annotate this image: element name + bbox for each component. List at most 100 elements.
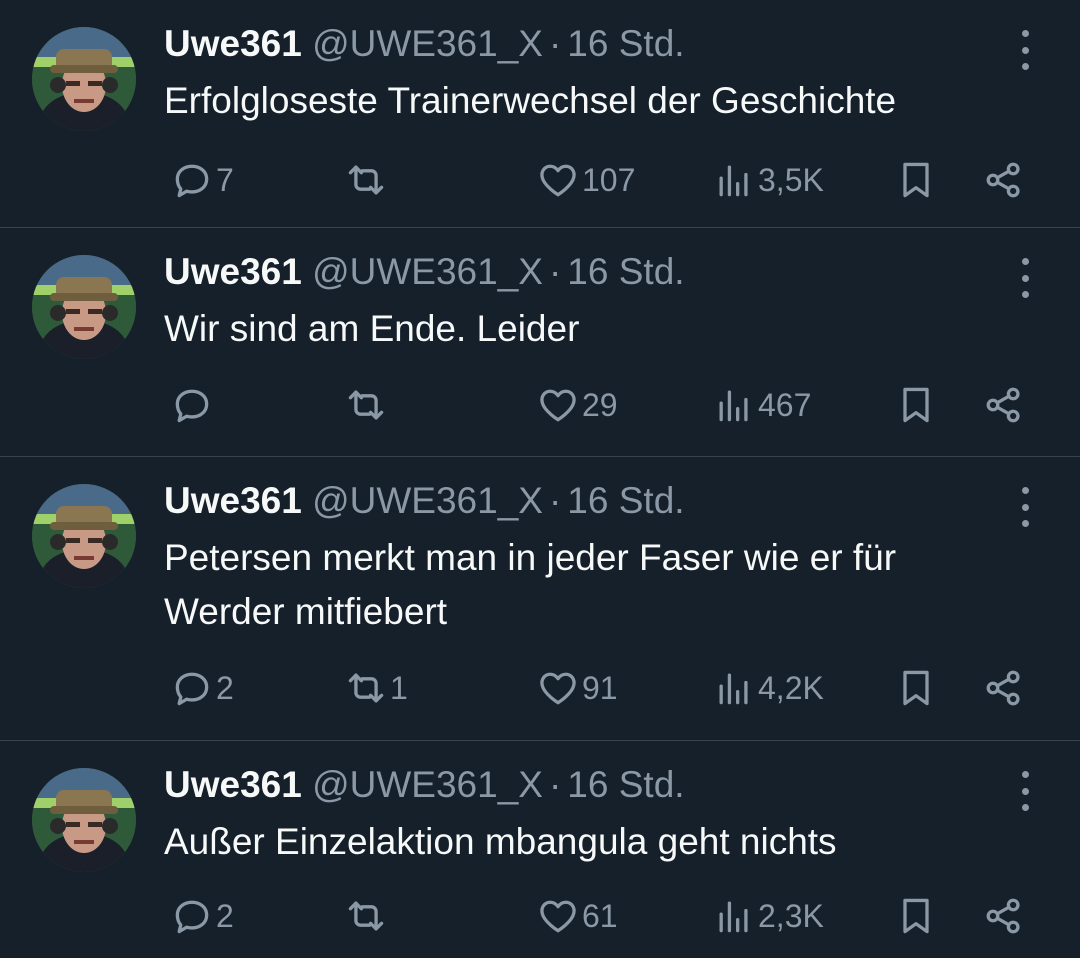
username-handle[interactable]: @UWE361_X [312, 251, 543, 292]
views-button[interactable]: 3,5K [712, 155, 824, 205]
retweet-button[interactable] [344, 155, 390, 205]
retweet-icon [348, 165, 384, 195]
bookmark-icon [903, 670, 929, 706]
like-button[interactable]: 61 [536, 891, 618, 941]
retweet-button[interactable]: 1 [344, 663, 408, 713]
username-handle[interactable]: @UWE361_X [312, 480, 543, 521]
avatar[interactable] [32, 768, 136, 872]
bookmark-button[interactable] [894, 891, 938, 941]
like-count: 91 [582, 669, 618, 706]
views-count: 467 [758, 386, 812, 423]
reply-count: 2 [216, 897, 234, 934]
like-count: 61 [582, 897, 618, 934]
retweet-icon [348, 390, 384, 420]
like-button[interactable]: 29 [536, 380, 618, 430]
retweet-button[interactable] [344, 380, 390, 430]
tweet-4[interactable]: Uwe361 @UWE361_X · 16 Std. Außer Einzelakt… [0, 741, 1080, 958]
tweet-header: Uwe361 @UWE361_X · 16 Std. [164, 479, 685, 523]
separator-dot: · [548, 480, 562, 521]
views-icon [719, 901, 748, 933]
like-count: 107 [582, 161, 636, 198]
separator-dot: · [548, 23, 562, 64]
bookmark-icon [903, 162, 929, 198]
views-icon [719, 165, 748, 197]
share-icon [986, 162, 1020, 198]
tweet-text: Erfolgloseste Trainerwechsel der Geschic… [164, 80, 897, 121]
avatar[interactable] [32, 255, 136, 359]
more-icon[interactable] [1010, 30, 1040, 70]
bookmark-icon [903, 898, 929, 934]
tweet-text: Wir sind am Ende. Leider [164, 308, 580, 349]
action-bar: 2 1 91 4,2K [164, 663, 1028, 713]
tweet-header: Uwe361 @UWE361_X · 16 Std. [164, 250, 685, 294]
views-count: 4,2K [758, 669, 824, 706]
share-icon [986, 898, 1020, 934]
share-button[interactable] [982, 155, 1026, 205]
tweet-1[interactable]: Uwe361 @UWE361_X · 16 Std. Erfolgloseste T… [0, 0, 1080, 228]
timestamp[interactable]: 16 Std. [567, 251, 684, 292]
timeline: Uwe361 @UWE361_X · 16 Std. Erfolgloseste T… [0, 0, 1080, 958]
tweet-text: Außer Einzelaktion mbangula geht nichts [164, 821, 837, 862]
like-button[interactable]: 107 [536, 155, 635, 205]
more-icon[interactable] [1010, 258, 1040, 298]
avatar[interactable] [32, 484, 136, 588]
username-handle[interactable]: @UWE361_X [312, 764, 543, 805]
reply-button[interactable]: 7 [170, 155, 234, 205]
bookmark-button[interactable] [894, 380, 938, 430]
share-button[interactable] [982, 380, 1026, 430]
heart-icon [540, 672, 576, 705]
heart-icon [540, 900, 576, 933]
avatar[interactable] [32, 27, 136, 131]
views-button[interactable]: 4,2K [712, 663, 824, 713]
reply-icon [175, 389, 209, 423]
action-bar: 2 61 2,3K [164, 891, 1028, 941]
retweet-icon [348, 901, 384, 931]
reply-button[interactable]: 2 [170, 663, 234, 713]
tweet-text: Petersen merkt man in jeder Faser wie er… [164, 537, 897, 632]
views-button[interactable]: 467 [712, 380, 811, 430]
bookmark-button[interactable] [894, 155, 938, 205]
reply-icon [175, 900, 209, 934]
reply-count: 2 [216, 669, 234, 706]
timestamp[interactable]: 16 Std. [567, 23, 684, 64]
retweet-count: 1 [390, 669, 408, 706]
share-icon [986, 670, 1020, 706]
tweet-header: Uwe361 @UWE361_X · 16 Std. [164, 763, 685, 807]
display-name[interactable]: Uwe361 [164, 23, 302, 64]
tweet-header: Uwe361 @UWE361_X · 16 Std. [164, 22, 685, 66]
reply-button[interactable]: 2 [170, 891, 234, 941]
action-bar: 29 467 [164, 380, 1028, 430]
reply-button[interactable] [170, 380, 216, 430]
display-name[interactable]: Uwe361 [164, 764, 302, 805]
tweet-3[interactable]: Uwe361 @UWE361_X · 16 Std. Petersen merkt … [0, 457, 1080, 741]
bookmark-icon [903, 387, 929, 423]
retweet-button[interactable] [344, 891, 390, 941]
like-count: 29 [582, 386, 618, 423]
more-icon[interactable] [1010, 771, 1040, 811]
retweet-icon [348, 673, 384, 703]
views-icon [719, 390, 748, 422]
views-icon [719, 673, 748, 705]
views-count: 3,5K [758, 161, 824, 198]
action-bar: 7 107 3,5K [164, 155, 1028, 205]
reply-icon [175, 164, 209, 198]
share-button[interactable] [982, 891, 1026, 941]
timestamp[interactable]: 16 Std. [567, 764, 684, 805]
more-icon[interactable] [1010, 487, 1040, 527]
display-name[interactable]: Uwe361 [164, 251, 302, 292]
tweet-2[interactable]: Uwe361 @UWE361_X · 16 Std. Wir sind am End… [0, 228, 1080, 457]
separator-dot: · [548, 251, 562, 292]
heart-icon [540, 389, 576, 422]
share-button[interactable] [982, 663, 1026, 713]
heart-icon [540, 164, 576, 197]
bookmark-button[interactable] [894, 663, 938, 713]
reply-count: 7 [216, 161, 234, 198]
timestamp[interactable]: 16 Std. [567, 480, 684, 521]
username-handle[interactable]: @UWE361_X [312, 23, 543, 64]
display-name[interactable]: Uwe361 [164, 480, 302, 521]
like-button[interactable]: 91 [536, 663, 618, 713]
share-icon [986, 387, 1020, 423]
views-button[interactable]: 2,3K [712, 891, 824, 941]
views-count: 2,3K [758, 897, 824, 934]
reply-icon [175, 672, 209, 706]
